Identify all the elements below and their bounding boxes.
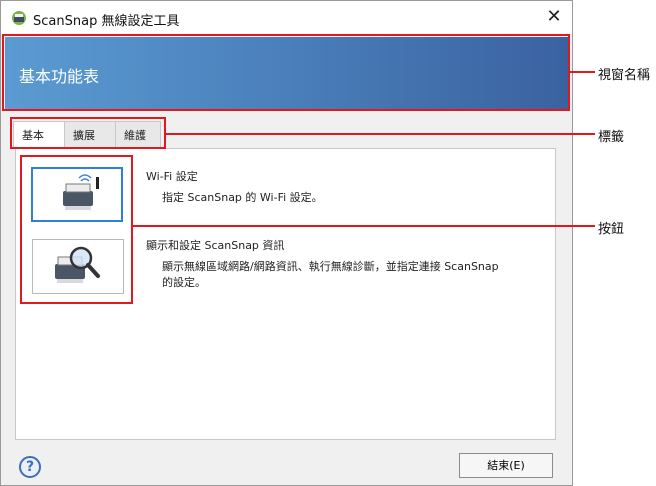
wifi-settings-title: Wi-Fi 設定	[146, 170, 198, 183]
buttons-callout-line	[133, 225, 595, 227]
scansnap-info-description-line2: 的設定。	[162, 276, 206, 289]
window-name-label: 視窗名稱	[598, 68, 651, 83]
tab-basic[interactable]: 基本	[13, 121, 65, 149]
help-icon[interactable]: ?	[19, 456, 41, 478]
scansnap-info-description: 顯示無線區域網路/網路資訊、執行無線診斷，並指定連接 ScanSnap 的設定。	[162, 259, 552, 291]
title-bar: ScanSnap 無線設定工具 ✕	[1, 1, 572, 34]
scansnap-app-icon	[12, 11, 26, 25]
wifi-settings-description: 指定 ScanSnap 的 Wi-Fi 設定。	[162, 191, 323, 204]
basic-tab-panel: Wi-Fi 設定 指定 ScanSnap 的 Wi-Fi 設定。 顯示和設定 S…	[15, 148, 556, 440]
tabs-label: 標籤	[598, 130, 625, 145]
scansnap-info-description-line1: 顯示無線區域網路/網路資訊、執行無線診斷，並指定連接 ScanSnap	[162, 260, 499, 273]
scanner-magnifier-icon	[55, 246, 100, 283]
tab-maintenance[interactable]: 維護	[115, 121, 161, 148]
app-window: ScanSnap 無線設定工具 ✕ 基本功能表 基本 擴展 維護 Wi-Fi 設…	[0, 0, 573, 486]
tab-extended[interactable]: 擴展	[64, 121, 116, 148]
scanner-wifi-icon	[63, 174, 99, 210]
wifi-settings-button[interactable]	[31, 167, 123, 222]
end-button[interactable]: 結束(E)	[459, 453, 553, 478]
buttons-label: 按鈕	[598, 222, 625, 237]
show-scansnap-info-button[interactable]	[32, 239, 124, 294]
window-name-callout-line	[570, 71, 595, 73]
window-title: ScanSnap 無線設定工具	[33, 14, 180, 29]
close-button[interactable]: ✕	[541, 5, 567, 29]
menu-banner: 基本功能表	[5, 37, 569, 109]
scansnap-info-title: 顯示和設定 ScanSnap 資訊	[146, 239, 285, 252]
tab-bar: 基本 擴展 維護	[13, 121, 161, 149]
tabs-callout-line	[166, 133, 595, 135]
menu-title: 基本功能表	[19, 67, 100, 86]
